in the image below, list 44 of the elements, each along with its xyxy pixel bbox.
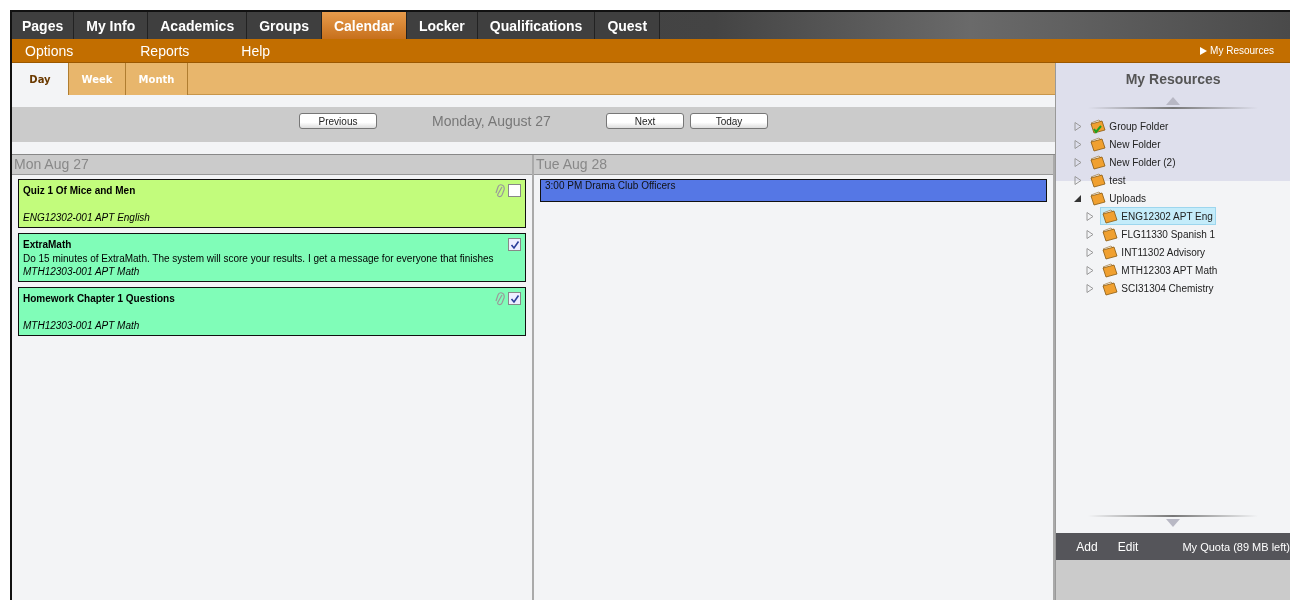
- tree-item[interactable]: New Folder: [1088, 135, 1164, 153]
- task-description: Do 15 minutes of ExtraMath. The system will score your results. I get a message for everyone that finishes: [23, 252, 495, 265]
- course-name: MTH12303-001 APT Math: [23, 265, 141, 279]
- checkbox[interactable]: [508, 292, 521, 305]
- day-header: Mon Aug 27: [12, 155, 532, 175]
- tree-item[interactable]: INT11302 Advisory: [1100, 243, 1209, 261]
- task-title: ExtraMath: [23, 239, 73, 250]
- task-card[interactable]: ExtraMath Do 15 minutes of ExtraMath. The system will score your results. I get a message for everyone that finishes MTH12303-001 APT Math: [18, 233, 526, 282]
- panel-title: My Resources: [1124, 70, 1222, 89]
- view-tab[interactable]: Day: [12, 63, 69, 95]
- next-button[interactable]: Next: [606, 113, 684, 129]
- menu-item[interactable]: Reports: [140, 42, 190, 59]
- resources-link[interactable]: My Resources: [1210, 45, 1274, 56]
- task-card[interactable]: Homework Chapter 1 Questions MTH12303-001 APT Math: [18, 287, 526, 336]
- tree-item[interactable]: Uploads: [1088, 189, 1150, 207]
- course-name: ENG12302-001 APT English: [23, 211, 151, 225]
- course-name: MTH12303-001 APT Math: [23, 319, 141, 333]
- today-button[interactable]: Today: [690, 113, 768, 129]
- tree-item[interactable]: SCI31304 Chemistry: [1100, 279, 1217, 297]
- menu-item[interactable]: Options: [25, 42, 74, 59]
- action-button[interactable]: Add: [1076, 539, 1098, 554]
- tree-item[interactable]: ENG12302 APT Eng: [1100, 207, 1216, 225]
- event-bar[interactable]: 3:00 PM Drama Club Officers: [540, 179, 1048, 202]
- current-date: Monday, August 27: [431, 113, 552, 129]
- menu-item[interactable]: Help: [241, 42, 271, 59]
- tree-item[interactable]: MTH12303 APT Math: [1100, 261, 1221, 279]
- task-card[interactable]: Quiz 1 Of Mice and Men ENG12302-001 APT English: [18, 179, 526, 228]
- checkbox[interactable]: [508, 184, 521, 197]
- quota-text: My Quota (89 MB left): [1182, 540, 1290, 553]
- expander-icon[interactable]: [1074, 193, 1083, 203]
- day-header: Tue Aug 28: [534, 155, 1054, 175]
- nav-tab[interactable]: Quest: [595, 12, 661, 39]
- task-title: Homework Chapter 1 Questions: [23, 293, 176, 304]
- checkbox[interactable]: [508, 238, 521, 251]
- task-title: Quiz 1 Of Mice and Men: [23, 185, 137, 196]
- tree-item[interactable]: FLG11330 Spanish 1: [1100, 225, 1219, 243]
- scroll-down-icon[interactable]: [1166, 519, 1181, 527]
- play-icon: [1200, 46, 1208, 55]
- scroll-up-icon[interactable]: [1166, 97, 1181, 105]
- tree-item[interactable]: New Folder (2): [1088, 153, 1179, 171]
- tree-item[interactable]: test: [1088, 171, 1129, 189]
- previous-button[interactable]: Previous: [299, 113, 377, 129]
- tree-item[interactable]: Group Folder: [1088, 117, 1172, 135]
- action-button[interactable]: Edit: [1117, 539, 1139, 554]
